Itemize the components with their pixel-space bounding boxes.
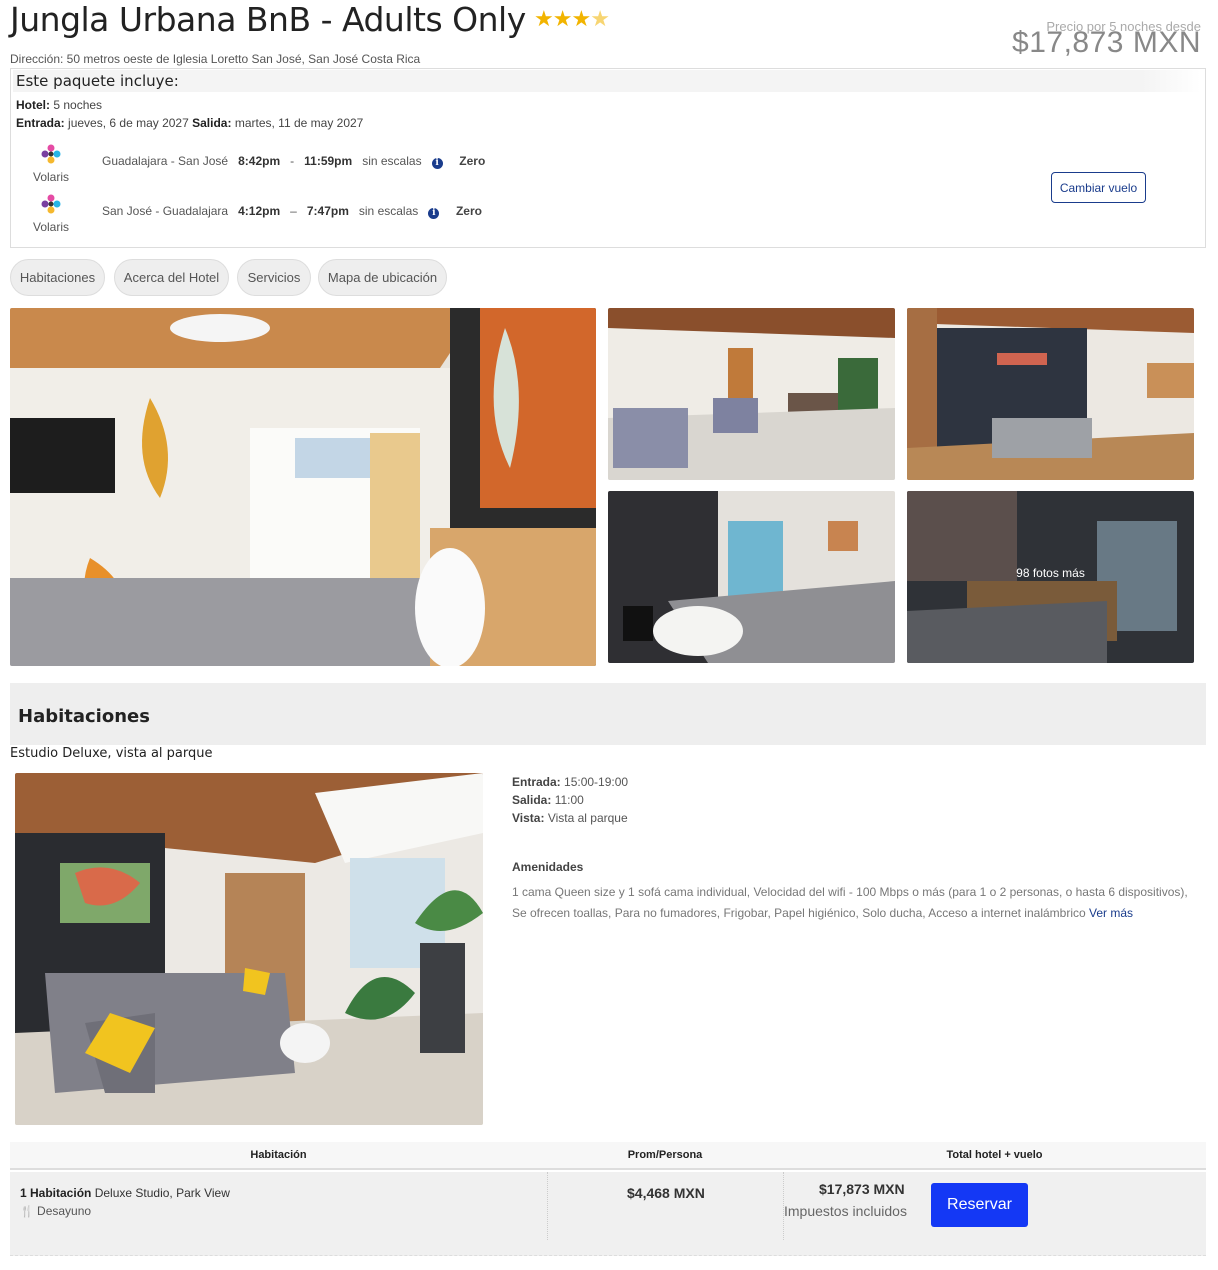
checkout-label: Salida:: [512, 793, 552, 807]
checkout-label: Salida:: [192, 116, 232, 130]
room-details: Entrada: 15:00-19:00 Salida: 11:00 Vista…: [512, 775, 628, 829]
package-hotel: Hotel: 5 noches: [16, 98, 102, 112]
star-icon: ★: [552, 6, 573, 31]
room-checkout: Salida: 11:00: [512, 793, 628, 811]
hotel-title: Jungla Urbana BnB - Adults Only: [10, 0, 526, 39]
taxes-included: Impuestos incluidos: [784, 1203, 907, 1219]
rates-table-header: Habitación Prom/Persona Total hotel + vu…: [10, 1142, 1206, 1170]
hotel-photo[interactable]: [907, 308, 1194, 480]
hotel-photo[interactable]: [608, 308, 895, 480]
volaris-logo-icon: [41, 194, 61, 214]
package-dates: Entrada: jueves, 6 de may 2027 Salida: m…: [16, 116, 363, 130]
room-name: Estudio Deluxe, vista al parque: [10, 746, 213, 761]
hotel-label: Hotel:: [16, 98, 50, 112]
stops: sin escalas: [358, 204, 419, 218]
fare-type: Zero: [455, 204, 482, 218]
depart-time: 4:12pm: [238, 204, 281, 218]
star-icon: ★: [534, 6, 554, 31]
route-cities: Guadalajara - San José: [102, 154, 229, 168]
room-quantity: 1 Habitación: [20, 1186, 92, 1200]
rooms-section-header: Habitaciones: [10, 683, 1206, 745]
time-separator: -: [290, 154, 295, 168]
star-rating: ★★★★: [534, 6, 610, 32]
cell-divider: [547, 1172, 548, 1240]
amenities-title: Amenidades: [512, 860, 584, 874]
room-checkin: Entrada: 15:00-19:00: [512, 775, 628, 793]
room-photo[interactable]: [15, 773, 483, 1125]
view-label: Vista:: [512, 811, 545, 825]
flight-route: San José - Guadalajara 4:12pm – 7:47pm s…: [102, 204, 482, 219]
arrive-time: 7:47pm: [306, 204, 349, 218]
flight-route: Guadalajara - San José 8:42pm - 11:59pm …: [102, 154, 485, 169]
room-cell: 1 Habitación Deluxe Studio, Park View: [20, 1186, 230, 1200]
info-icon[interactable]: i: [428, 208, 440, 219]
rooms-section-title: Habitaciones: [18, 706, 150, 727]
main-hotel-photo[interactable]: [10, 308, 596, 666]
hotel-address: Dirección: 50 metros oeste de Iglesia Lo…: [10, 52, 421, 66]
table-row: 1 Habitación Deluxe Studio, Park View 🍴 …: [10, 1172, 1206, 1256]
hotel-nights-value: 5 noches: [53, 98, 103, 112]
depart-time: 8:42pm: [238, 154, 281, 168]
airline-name: Volaris: [32, 220, 70, 234]
price-per-person: $4,468 MXN: [627, 1185, 705, 1201]
checkin-label: Entrada:: [16, 116, 65, 130]
change-flight-button[interactable]: Cambiar vuelo: [1051, 172, 1146, 203]
time-separator: –: [290, 204, 297, 218]
fare-type: Zero: [459, 154, 486, 168]
info-icon[interactable]: i: [431, 158, 443, 169]
more-photos-label[interactable]: 98 fotos más: [907, 491, 1194, 663]
hotel-photo[interactable]: [608, 491, 895, 663]
more-photos-tile[interactable]: 98 fotos más: [907, 491, 1194, 663]
column-header-room: Habitación: [250, 1149, 307, 1161]
utensils-icon: 🍴: [20, 1206, 34, 1218]
airline-name: Volaris: [32, 170, 70, 184]
view-value: Vista al parque: [547, 811, 628, 825]
room-type: Deluxe Studio, Park View: [94, 1186, 230, 1200]
stops: sin escalas: [362, 154, 422, 168]
checkin-value: 15:00-19:00: [564, 775, 629, 789]
half-star-icon: ★: [590, 6, 610, 31]
airline: Volaris: [25, 188, 77, 234]
volaris-logo-icon: [41, 144, 61, 164]
room-view: Vista: Vista al parque: [512, 811, 628, 829]
checkin-label: Entrada:: [512, 775, 561, 789]
flight-outbound: Volaris Guadalajara - San José 8:42pm - …: [11, 138, 711, 186]
checkout-date: martes, 11 de may 2027: [234, 116, 364, 130]
see-more-link[interactable]: Ver más: [1089, 906, 1133, 920]
meal-plan: 🍴 Desayuno: [20, 1204, 91, 1218]
star-icon: ★: [571, 6, 591, 31]
flight-return: Volaris San José - Guadalajara 4:12pm – …: [11, 188, 711, 236]
tab-acerca-del-hotel[interactable]: Acerca del Hotel: [114, 259, 229, 296]
column-header-total: Total hotel + vuelo: [946, 1149, 1043, 1161]
column-header-per-person: Prom/Persona: [627, 1149, 703, 1161]
tab-mapa-de-ubicacion[interactable]: Mapa de ubicación: [318, 259, 447, 296]
checkin-date: jueves, 6 de may 2027: [68, 116, 189, 130]
arrive-time: 11:59pm: [304, 154, 353, 168]
amenities-text: 1 cama Queen size y 1 sofá cama individu…: [512, 882, 1192, 924]
amenities-list: 1 cama Queen size y 1 sofá cama individu…: [512, 885, 1188, 920]
total-price: $17,873 MXN: [819, 1181, 905, 1197]
book-button[interactable]: Reservar: [931, 1183, 1028, 1227]
tab-servicios[interactable]: Servicios: [237, 259, 311, 296]
package-title: Este paquete incluye:: [13, 70, 1201, 92]
checkout-value: 11:00: [554, 793, 584, 807]
price-amount: $17,873 MXN: [1012, 26, 1201, 59]
route-cities: San José - Guadalajara: [102, 204, 229, 218]
meal-label: Desayuno: [37, 1204, 92, 1218]
package-box: Este paquete incluye: Hotel: 5 noches En…: [10, 68, 1206, 248]
airline: Volaris: [25, 138, 77, 184]
tab-habitaciones[interactable]: Habitaciones: [10, 259, 105, 296]
